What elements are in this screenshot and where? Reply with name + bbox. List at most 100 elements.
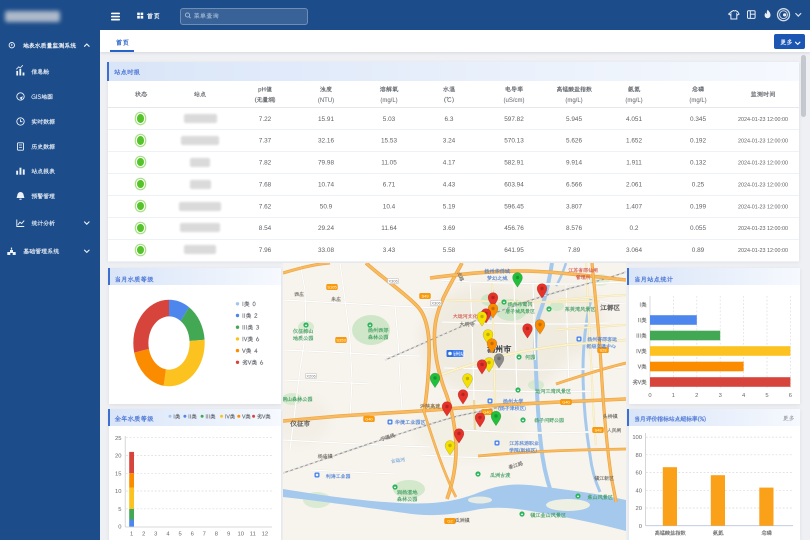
svg-text:596.45: 596.45 <box>504 203 524 210</box>
svg-text:4.43: 4.43 <box>443 181 456 188</box>
svg-text:20: 20 <box>115 454 121 460</box>
svg-text:6.3: 6.3 <box>445 116 454 123</box>
svg-text:6: 6 <box>789 393 792 399</box>
svg-text:2024-01-23 12:00:00: 2024-01-23 12:00:00 <box>738 204 788 210</box>
svg-text:2024-01-23 12:00:00: 2024-01-23 12:00:00 <box>738 117 788 123</box>
svg-text:79.98: 79.98 <box>318 160 334 167</box>
svg-text:5.03: 5.03 <box>383 116 396 123</box>
svg-text:2024-01-23 12:00:00: 2024-01-23 12:00:00 <box>738 161 788 167</box>
svg-text:0.055: 0.055 <box>690 225 706 232</box>
svg-text:10.74: 10.74 <box>318 181 334 188</box>
svg-text:(uS/cm): (uS/cm) <box>504 98 525 104</box>
svg-text:4.17: 4.17 <box>443 160 456 167</box>
svg-text:1: 1 <box>130 531 133 537</box>
svg-text:2: 2 <box>695 393 698 399</box>
svg-text:3.43: 3.43 <box>383 247 396 254</box>
svg-text:11.64: 11.64 <box>381 225 397 232</box>
svg-text:570.13: 570.13 <box>504 138 524 145</box>
svg-text:S353: S353 <box>336 338 346 343</box>
svg-text:7.62: 7.62 <box>259 203 272 210</box>
svg-text:8.54: 8.54 <box>259 225 272 232</box>
svg-text:3.064: 3.064 <box>626 247 642 254</box>
svg-text:10: 10 <box>237 531 243 537</box>
svg-text:0.89: 0.89 <box>692 247 705 254</box>
svg-text:9: 9 <box>227 531 230 537</box>
svg-text:X206: X206 <box>306 374 316 379</box>
svg-text:G40: G40 <box>365 417 373 422</box>
svg-text:0: 0 <box>648 393 651 399</box>
svg-text:0.345: 0.345 <box>690 116 706 123</box>
svg-text:25: 25 <box>115 436 121 442</box>
svg-text:7.68: 7.68 <box>259 181 272 188</box>
svg-text:9.914: 9.914 <box>566 160 582 167</box>
svg-text:582.91: 582.91 <box>504 160 524 167</box>
svg-text:641.95: 641.95 <box>504 247 524 254</box>
svg-text:15.53: 15.53 <box>381 138 397 145</box>
svg-text:1.407: 1.407 <box>626 203 642 210</box>
svg-text:(mg/L): (mg/L) <box>380 98 397 104</box>
svg-text:597.82: 597.82 <box>504 116 524 123</box>
svg-text:5.58: 5.58 <box>443 247 456 254</box>
svg-text:3.69: 3.69 <box>443 225 456 232</box>
svg-text:11: 11 <box>250 531 256 537</box>
svg-text:4: 4 <box>742 393 746 399</box>
svg-text:0.2: 0.2 <box>630 225 639 232</box>
svg-text:7.96: 7.96 <box>259 247 272 254</box>
svg-text:G40: G40 <box>562 400 570 405</box>
svg-text:29.24: 29.24 <box>318 225 334 232</box>
svg-text:100: 100 <box>632 435 642 441</box>
svg-text:7.22: 7.22 <box>259 116 272 123</box>
svg-text:4.051: 4.051 <box>626 116 642 123</box>
svg-text:2024-01-23 12:00:00: 2024-01-23 12:00:00 <box>738 226 788 232</box>
svg-text:3.807: 3.807 <box>566 203 582 210</box>
svg-text:0.192: 0.192 <box>690 138 706 145</box>
svg-text:50.9: 50.9 <box>320 203 333 210</box>
svg-text:6.71: 6.71 <box>383 181 396 188</box>
svg-text:32.16: 32.16 <box>318 138 334 145</box>
svg-text:X306: X306 <box>388 279 398 284</box>
svg-text:1.911: 1.911 <box>626 160 642 167</box>
svg-text:2024-01-23 12:00:00: 2024-01-23 12:00:00 <box>738 139 788 145</box>
svg-text:2: 2 <box>142 531 145 537</box>
svg-text:10.4: 10.4 <box>383 203 396 210</box>
svg-text:456.76: 456.76 <box>504 225 524 232</box>
svg-text:4: 4 <box>166 531 170 537</box>
svg-text:2.061: 2.061 <box>626 181 642 188</box>
svg-text:40: 40 <box>636 488 642 494</box>
svg-text:0.25: 0.25 <box>692 181 705 188</box>
svg-text:20: 20 <box>636 506 642 512</box>
svg-text:7: 7 <box>203 531 206 537</box>
svg-text:3: 3 <box>154 531 157 537</box>
svg-text:3: 3 <box>719 393 722 399</box>
svg-text:(mg/L): (mg/L) <box>689 98 706 104</box>
svg-text:5.945: 5.945 <box>566 116 582 123</box>
svg-text:8: 8 <box>215 531 218 537</box>
svg-text:(NTU): (NTU) <box>318 98 334 104</box>
svg-text:5: 5 <box>118 507 121 513</box>
svg-text:33.08: 33.08 <box>318 247 334 254</box>
svg-text:7.37: 7.37 <box>259 138 272 145</box>
svg-text:S105: S105 <box>327 285 337 290</box>
svg-text:15: 15 <box>115 471 121 477</box>
svg-text:1.652: 1.652 <box>626 138 642 145</box>
svg-text:S49: S49 <box>421 294 429 299</box>
svg-text:G2: G2 <box>447 519 453 524</box>
svg-text:5.19: 5.19 <box>443 203 456 210</box>
svg-text:8.576: 8.576 <box>566 225 582 232</box>
svg-text:0.199: 0.199 <box>690 203 706 210</box>
svg-text:2024-01-23 12:00:00: 2024-01-23 12:00:00 <box>738 182 788 188</box>
svg-text:1: 1 <box>672 393 675 399</box>
svg-text:15.91: 15.91 <box>318 116 334 123</box>
svg-text:7.82: 7.82 <box>259 160 272 167</box>
svg-text:5: 5 <box>178 531 181 537</box>
svg-text:0: 0 <box>639 524 642 530</box>
svg-text:5: 5 <box>765 393 768 399</box>
svg-text:X306: X306 <box>431 301 441 306</box>
svg-text:12: 12 <box>262 531 268 537</box>
svg-text:10: 10 <box>115 489 121 495</box>
svg-text:603.94: 603.94 <box>504 181 524 188</box>
svg-text:6.566: 6.566 <box>566 181 582 188</box>
svg-text:11.05: 11.05 <box>381 160 397 167</box>
svg-text:60: 60 <box>636 471 642 477</box>
svg-text:S48: S48 <box>594 428 602 433</box>
